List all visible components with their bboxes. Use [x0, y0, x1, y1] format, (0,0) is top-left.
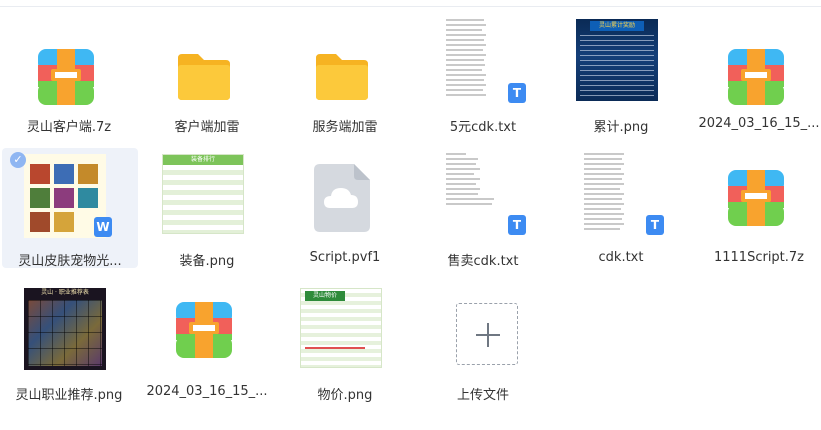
thumbnail-rows: [580, 35, 654, 97]
file-name: 客户端加雷: [174, 120, 240, 135]
file-item-zhiye-png[interactable]: 灵山 · 职业推荐表 灵山职业推荐.png: [0, 282, 138, 403]
file-name: 服务端加雷: [312, 120, 378, 135]
file-name: 灵山皮肤宠物光...: [18, 254, 122, 269]
upload-drop-area[interactable]: [456, 303, 518, 365]
file-name: 累计.png: [593, 120, 649, 135]
file-item-server-folder[interactable]: 服务端加雷: [276, 14, 414, 135]
text-preview: [446, 19, 498, 102]
archive-icon: [38, 49, 94, 105]
word-file-icon: W: [94, 217, 112, 237]
thumbnail-title: 灵山 · 职业推荐表: [41, 289, 89, 296]
file-item-client-folder[interactable]: 客户端加雷: [138, 14, 276, 135]
file-item-leiji-png[interactable]: 灵山累计奖励 累计.png: [552, 14, 690, 135]
file-item-zhuangbei-png[interactable]: 装备排行 装备.png: [138, 148, 276, 269]
file-name: 物价.png: [317, 388, 373, 403]
text-file-icon: T: [508, 83, 526, 103]
plus-icon: [487, 323, 489, 347]
file-item-2024-archive-2[interactable]: 2024_03_16_15_...: [138, 282, 276, 402]
image-thumbnail: 灵山累计奖励: [576, 19, 658, 101]
image-thumbnail: 灵山 · 职业推荐表: [24, 288, 106, 370]
file-name: Script.pvf1: [309, 250, 381, 265]
image-thumbnail: 灵山物价: [300, 288, 382, 368]
file-grid: 灵山客户端.7z 客户端加雷 服务端加雷 T 5元cdk.txt 灵山累计奖励: [0, 0, 821, 430]
file-item-wujia-png[interactable]: 灵山物价 物价.png: [276, 282, 414, 403]
archive-icon: [176, 302, 232, 358]
file-name: 装备.png: [179, 254, 235, 269]
file-name: 1111Script.7z: [713, 250, 805, 265]
image-thumbnail: 装备排行: [162, 154, 244, 234]
file-name: 灵山客户端.7z: [26, 120, 112, 135]
file-name: 5元cdk.txt: [449, 120, 517, 135]
file-item-shoumai-cdk[interactable]: T 售卖cdk.txt: [414, 148, 552, 269]
thumbnail-title: 灵山物价: [305, 291, 345, 301]
file-item-script-pvf1[interactable]: Script.pvf1: [276, 148, 414, 268]
thumbnail-grid: [28, 300, 102, 366]
file-name: 售卖cdk.txt: [447, 254, 519, 269]
file-item-cdk-txt[interactable]: T cdk.txt: [552, 148, 690, 268]
text-file-icon: T: [508, 215, 526, 235]
file-item-2024-archive-1[interactable]: 2024_03_16_15_...: [690, 14, 821, 134]
thumbnail-title: 灵山累计奖励: [590, 21, 644, 31]
checkmark-icon[interactable]: ✓: [10, 152, 26, 168]
unknown-file-icon: [314, 164, 370, 232]
thumbnail-title: 装备排行: [163, 155, 243, 165]
file-name: 2024_03_16_15_...: [146, 384, 268, 399]
file-name: 灵山职业推荐.png: [15, 388, 123, 403]
text-file-icon: T: [646, 215, 664, 235]
upload-file-button[interactable]: 上传文件: [414, 282, 552, 403]
folder-icon: [178, 54, 230, 100]
text-preview: [446, 153, 498, 211]
file-item-client-7z[interactable]: 灵山客户端.7z: [0, 14, 138, 135]
file-item-1111script-7z[interactable]: 1111Script.7z: [690, 148, 821, 268]
file-name: cdk.txt: [598, 250, 644, 265]
upload-label: 上传文件: [456, 388, 509, 403]
file-name: 2024_03_16_15_...: [698, 116, 820, 131]
archive-icon: [728, 170, 784, 226]
file-item-5yuan-cdk[interactable]: T 5元cdk.txt: [414, 14, 552, 135]
folder-icon: [316, 54, 368, 100]
archive-icon: [728, 49, 784, 105]
text-preview: [584, 153, 636, 236]
file-item-skin-doc[interactable]: ✓ W 灵山皮肤宠物光...: [2, 148, 138, 269]
